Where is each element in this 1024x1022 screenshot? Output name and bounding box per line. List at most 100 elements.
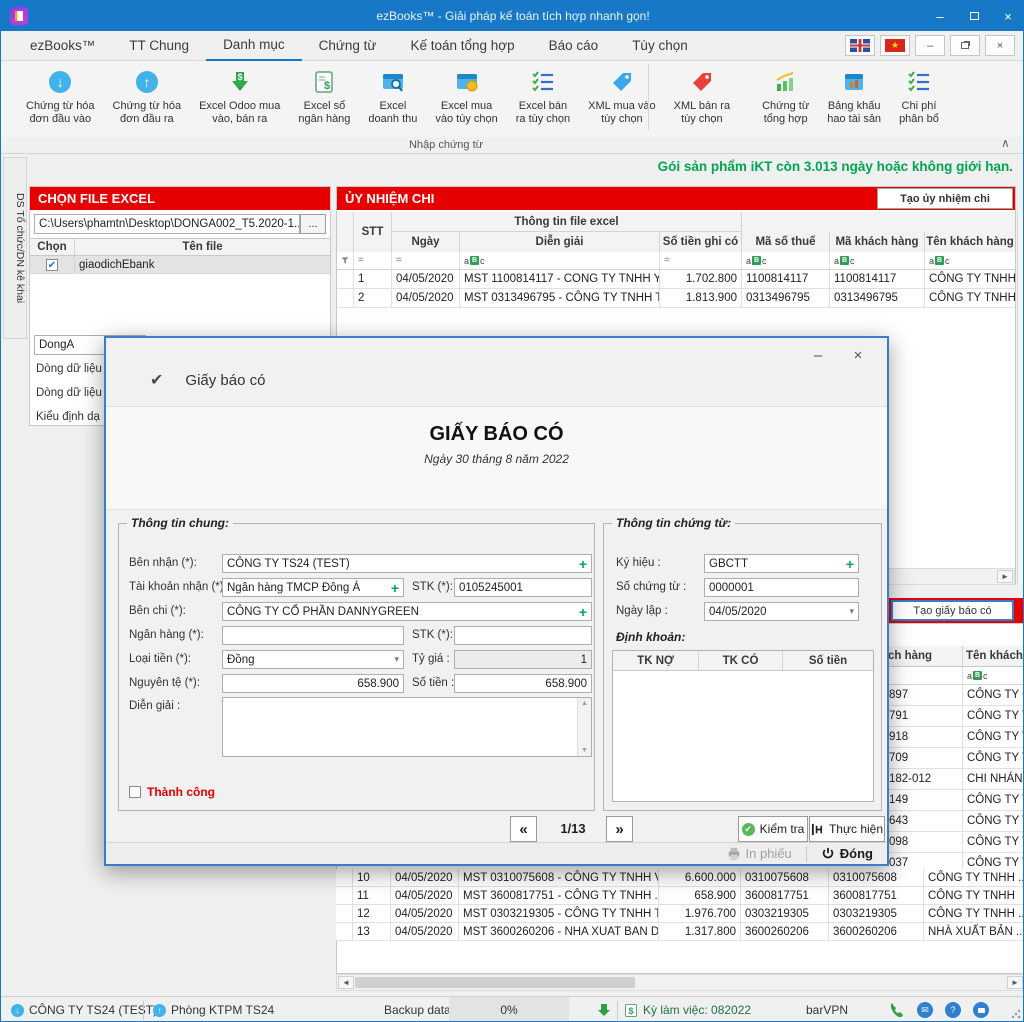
sidebar-tab-ds-to-chuc[interactable]: DS Tổ chức/DN kê khai bbox=[3, 157, 27, 339]
menu-item[interactable]: Chứng từ bbox=[302, 31, 394, 61]
menu-item[interactable]: Danh mục bbox=[206, 31, 302, 61]
ribbon-minimize-button[interactable]: – bbox=[915, 35, 945, 56]
toolbar-item-chungtu-tong-hop[interactable]: Chứng từtổng hợp bbox=[753, 61, 818, 137]
toolbar-item-excel-so-ngan-hang[interactable]: $ Excel sổngân hàng bbox=[289, 61, 359, 137]
table-row[interactable]: 643 CÔNG TY TRÁCH bbox=[885, 811, 1024, 832]
language-english-button[interactable] bbox=[845, 35, 875, 56]
so-tien-input[interactable]: 658.900 bbox=[454, 674, 592, 693]
toolbar-item-excel-mua-vao[interactable]: Excel muavào tùy chọn bbox=[426, 61, 506, 137]
stk-chi-input[interactable] bbox=[454, 626, 592, 645]
toolbar-item-chungtu-dau-vao[interactable]: ↓ Chứng từ hóađơn đầu vào bbox=[17, 61, 104, 137]
column-header-ngay[interactable]: Ngày bbox=[392, 232, 460, 252]
filter-stt[interactable]: = bbox=[354, 252, 392, 269]
menu-item[interactable]: ezBooks™ bbox=[13, 31, 112, 61]
stk-nhan-input[interactable]: 0105245001 bbox=[454, 578, 592, 597]
nguyen-te-input[interactable]: 658.900 bbox=[222, 674, 404, 693]
ben-chi-input[interactable]: CÔNG TY CỔ PHẦN DANNYGREEN+ bbox=[222, 602, 592, 621]
table-row[interactable]: 13 04/05/2020 MST 3600260206 - NHA XUAT … bbox=[336, 923, 1024, 941]
pager-prev-button[interactable]: « bbox=[510, 816, 537, 842]
add-icon[interactable]: + bbox=[391, 580, 399, 596]
ngay-lap-combo[interactable]: 04/05/2020▾ bbox=[704, 602, 859, 621]
toolbar-item-excel-doanh-thu[interactable]: Exceldoanh thu bbox=[359, 61, 426, 137]
filter-mst[interactable]: aBc bbox=[742, 252, 830, 269]
table-row[interactable]: 2 04/05/2020 MST 0313496795 - CÔNG TY TN… bbox=[337, 289, 1015, 308]
column-header-tk-no[interactable]: TK NỢ bbox=[613, 651, 699, 670]
column-header-ten-kh[interactable]: Tên khách hàng bbox=[963, 646, 1024, 666]
file-checkbox[interactable]: ✔ bbox=[46, 259, 58, 271]
column-header-tk-co[interactable]: TK CÓ bbox=[699, 651, 783, 670]
loai-tien-combo[interactable]: Đồng▾ bbox=[222, 650, 404, 669]
dialog-minimize-button[interactable]: – bbox=[807, 346, 829, 364]
table-row[interactable]: 149 CÔNG TY TNHH . bbox=[885, 790, 1024, 811]
scrollbar-thumb[interactable] bbox=[355, 977, 635, 988]
menu-item[interactable]: Kế toán tổng hợp bbox=[393, 31, 531, 61]
so-chung-tu-input[interactable]: 0000001 bbox=[704, 578, 859, 597]
add-icon[interactable]: + bbox=[579, 556, 587, 572]
column-header-stt[interactable]: STT bbox=[354, 212, 392, 252]
filter-ngay[interactable]: = bbox=[392, 252, 460, 269]
file-path-input[interactable]: C:\Users\phamtn\Desktop\DONGA002_T5.2020… bbox=[34, 214, 300, 234]
thuc-hien-button[interactable]: Thực hiện bbox=[809, 816, 885, 842]
table-row[interactable]: 12 04/05/2020 MST 0303219305 - CÔNG TY T… bbox=[336, 905, 1024, 923]
table-row[interactable]: 1 04/05/2020 MST 1100814117 - CONG TY TN… bbox=[337, 270, 1015, 289]
toolbar-item-excel-ban-ra[interactable]: Excel bánra tùy chọn bbox=[507, 61, 579, 137]
column-header-so-tien[interactable]: Số tiền ghi có bbox=[660, 232, 742, 252]
thanh-cong-checkbox[interactable] bbox=[129, 786, 141, 798]
toolbar-item-bang-khau-hao[interactable]: Bảng khấuhao tài sản bbox=[818, 61, 890, 137]
resize-grip[interactable] bbox=[1011, 1009, 1021, 1019]
language-vietnamese-button[interactable]: ★ bbox=[880, 35, 910, 56]
column-header-so-tien[interactable]: Số tiền bbox=[783, 651, 873, 670]
scroll-right-icon[interactable]: ► bbox=[997, 570, 1013, 583]
toolbar-item-xml-ban-ra[interactable]: XML bán ratùy chọn bbox=[665, 61, 739, 137]
scroll-left-icon[interactable]: ◄ bbox=[338, 976, 354, 989]
in-phieu-button[interactable]: In phiếu bbox=[727, 846, 792, 861]
table-row[interactable]: 10 04/05/2020 MST 0310075608 - CÔNG TY T… bbox=[336, 869, 1024, 887]
table-row[interactable]: 791 CÔNG TY TNHH . bbox=[885, 706, 1024, 727]
column-header-dien-giai[interactable]: Diễn giải bbox=[460, 232, 660, 252]
filter-ten-kh[interactable]: aBc bbox=[925, 252, 1015, 269]
ribbon-restore-button[interactable] bbox=[950, 35, 980, 56]
ribbon-close-button[interactable]: × bbox=[985, 35, 1015, 56]
kiem-tra-button[interactable]: ✔ Kiểm tra bbox=[738, 816, 808, 842]
table-row[interactable]: 709 CÔNG TY TNHH 1 bbox=[885, 748, 1024, 769]
file-row[interactable]: ✔ giaodichEbank bbox=[30, 256, 330, 274]
toolbar-item-chungtu-dau-ra[interactable]: ↑ Chứng từ hóađơn đầu ra bbox=[104, 61, 191, 137]
dialog-close-button[interactable]: × bbox=[847, 346, 869, 364]
toolbar-item-chi-phi-phan-bo[interactable]: Chi phíphân bổ bbox=[890, 61, 948, 137]
ngan-hang-input[interactable] bbox=[222, 626, 404, 645]
table-row[interactable]: 11 04/05/2020 MST 3600817751 - CÔNG TY T… bbox=[336, 887, 1024, 905]
table-row[interactable]: 182-012 CHI NHÁNH 12 - bbox=[885, 769, 1024, 790]
chevron-up-icon[interactable]: ∧ bbox=[1001, 136, 1010, 150]
column-header-ten-kh[interactable]: Tên khách hàng bbox=[925, 232, 1015, 252]
scroll-down-icon[interactable]: ▼ bbox=[581, 747, 588, 754]
menu-item[interactable]: TT Chung bbox=[112, 31, 206, 61]
scroll-up-icon[interactable]: ▲ bbox=[581, 700, 588, 707]
filter-ma-kh[interactable]: aBc bbox=[830, 252, 925, 269]
table-row[interactable]: 897 CÔNG TY CỔ PH. bbox=[885, 685, 1024, 706]
table-row[interactable]: 918 CÔNG TY TNHH S bbox=[885, 727, 1024, 748]
phone-icon[interactable] bbox=[889, 1002, 905, 1018]
browse-button[interactable]: ... bbox=[300, 214, 326, 234]
menu-item[interactable]: Báo cáo bbox=[532, 31, 616, 61]
add-icon[interactable]: + bbox=[846, 556, 854, 572]
filter-funnel-icon[interactable] bbox=[337, 252, 354, 269]
scroll-right-icon[interactable]: ► bbox=[1007, 976, 1023, 989]
table-row[interactable]: 098 CÔNG TY TNHH . bbox=[885, 832, 1024, 853]
menu-item[interactable]: Tùy chọn bbox=[615, 31, 705, 61]
create-gbc-button[interactable]: Tạo giấy báo có bbox=[891, 600, 1014, 621]
tai-khoan-nhan-input[interactable]: Ngân hàng TMCP Đông Á+ bbox=[222, 578, 404, 597]
mail-icon[interactable]: ✉ bbox=[917, 1002, 933, 1018]
toolbar-item-excel-odoo[interactable]: $ Excel Odoo muavào, bán ra bbox=[190, 61, 289, 137]
create-unc-button[interactable]: Tạo ủy nhiệm chi bbox=[877, 188, 1013, 209]
ben-nhan-input[interactable]: CÔNG TY TS24 (TEST)+ bbox=[222, 554, 592, 573]
filter-so-tien[interactable]: = bbox=[660, 252, 742, 269]
add-icon[interactable]: + bbox=[579, 604, 587, 620]
filter-ten-kh[interactable]: aBc bbox=[963, 667, 1024, 684]
filter-dien-giai[interactable]: aBc bbox=[460, 252, 660, 269]
help-icon[interactable]: ? bbox=[945, 1002, 961, 1018]
dong-button[interactable]: Đóng bbox=[821, 846, 873, 861]
pager-next-button[interactable]: » bbox=[606, 816, 633, 842]
ky-hieu-input[interactable]: GBCTT+ bbox=[704, 554, 859, 573]
unc-vertical-scrollbar[interactable] bbox=[1017, 211, 1024, 585]
column-header-ma-kh-partial[interactable]: ch hàng bbox=[885, 646, 963, 666]
